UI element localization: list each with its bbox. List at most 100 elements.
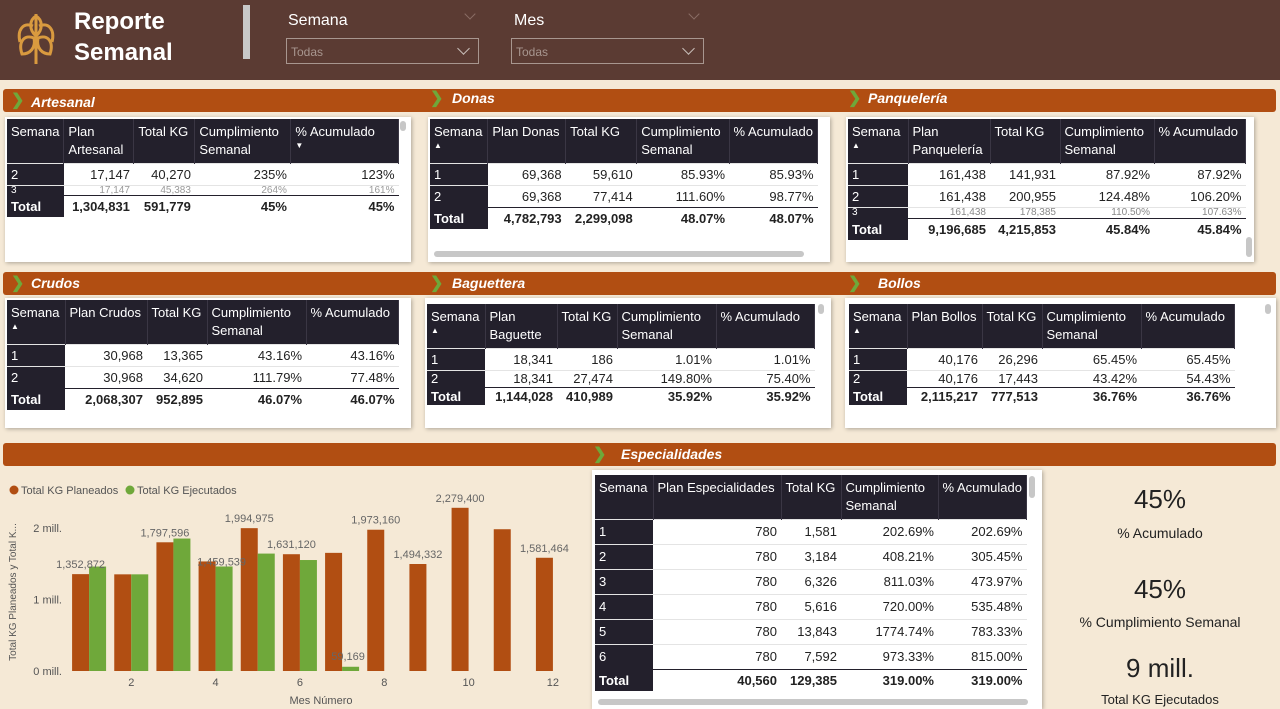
- col-header-plan[interactable]: Plan Crudos: [65, 300, 148, 345]
- col-header-cumplimiento[interactable]: Cumplimiento Semanal: [636, 119, 730, 164]
- x-tick-label: 10: [462, 677, 474, 689]
- bar-ejecutados: [173, 538, 191, 671]
- data-label: 1,494,332: [393, 549, 442, 561]
- chevron-right-icon: ❯: [11, 275, 25, 292]
- y-tick-label: 1 mill.: [33, 594, 62, 606]
- table-total-row: Total 2,068,307 952,895 46.07% 46.07%: [7, 388, 399, 410]
- mes-slicer-value: Todas: [516, 45, 549, 59]
- crudos-table-card: Semana ▲ Plan Crudos Total KG Cumplimient…: [5, 298, 411, 428]
- vertical-scrollbar[interactable]: [1265, 304, 1271, 314]
- bar-ejecutados: [257, 553, 275, 671]
- col-header-acumulado[interactable]: % Acumulado: [1141, 304, 1235, 349]
- col-header-acumulado[interactable]: % Acumulado: [1154, 119, 1246, 164]
- col-header-plan[interactable]: Plan Especialidades: [653, 475, 782, 520]
- bar-planeados: [493, 529, 511, 671]
- table-row: 2 18,341 27,474 149.80% 75.40%: [427, 370, 815, 388]
- semana-slicer-collapse-icon[interactable]: [464, 8, 476, 20]
- chevron-right-icon: ❯: [848, 275, 862, 292]
- mes-slicer-dropdown[interactable]: Todas: [511, 38, 704, 64]
- col-header-cumplimiento[interactable]: Cumplimiento Semanal: [1042, 304, 1142, 349]
- chevron-right-icon: ❯: [11, 92, 25, 109]
- section-header-bollos: ❯ Bollos: [848, 275, 921, 292]
- col-header-acumulado[interactable]: % Acumulado: [306, 300, 399, 345]
- y-tick-label: 0 mill.: [33, 666, 62, 678]
- col-header-cumplimiento[interactable]: Cumplimiento Semanal: [841, 475, 939, 520]
- col-header-semana[interactable]: Semana: [595, 475, 654, 520]
- col-header-plan[interactable]: Plan Bollos: [907, 304, 983, 349]
- table-total-row: Total 1,304,831 591,779 45% 45%: [7, 195, 399, 217]
- col-header-plan[interactable]: Plan Panquelería: [908, 119, 991, 164]
- sort-asc-icon: ▲: [852, 141, 860, 150]
- sort-asc-icon: ▲: [431, 326, 439, 335]
- chevron-right-icon: ❯: [593, 446, 607, 463]
- col-header-total-kg[interactable]: Total KG: [781, 475, 842, 520]
- bar-ejecutados: [215, 566, 233, 671]
- col-header-semana[interactable]: Semana ▲: [7, 300, 66, 345]
- table-row: 2 161,438 200,955 124.48% 106.20%: [848, 185, 1246, 208]
- table-row: 3 161,438 178,385 110.50% 107.63%: [848, 207, 1246, 219]
- table-row: 3 17,147 45,383 264% 161%: [7, 185, 399, 196]
- bar-planeados: [72, 574, 90, 671]
- legend-label: Total KG Planeados: [21, 485, 119, 497]
- horizontal-scrollbar[interactable]: [598, 699, 1028, 705]
- col-header-cumplimiento[interactable]: Cumplimiento Semanal: [207, 300, 307, 345]
- col-header-semana[interactable]: Semana ▲: [849, 304, 908, 349]
- bar-planeados: [240, 528, 258, 671]
- semana-slicer-label: Semana: [288, 12, 348, 29]
- artesanal-table: Semana Plan Artesanal Total KG Cumplimie…: [7, 119, 399, 217]
- legend-marker: [9, 485, 19, 495]
- col-header-plan[interactable]: Plan Artesanal: [63, 119, 135, 164]
- col-header-total-kg[interactable]: Total KG: [147, 300, 208, 345]
- section-header-crudos: ❯ Crudos: [11, 275, 80, 292]
- baguettera-table: Semana ▲ Plan Baguette Total KG Cumplimie…: [427, 304, 815, 405]
- sort-asc-icon: ▲: [434, 141, 442, 150]
- sort-desc-icon: ▼: [295, 141, 304, 150]
- col-header-plan[interactable]: Plan Baguette: [485, 304, 558, 349]
- table-row: 2 40,176 17,443 43.42% 54.43%: [849, 370, 1235, 388]
- data-label: 1,797,596: [140, 527, 189, 539]
- vertical-scrollbar[interactable]: [1246, 237, 1252, 257]
- table-row: 1 40,176 26,296 65.45% 65.45%: [849, 348, 1235, 371]
- col-header-total-kg[interactable]: Total KG: [982, 304, 1043, 349]
- col-header-total-kg[interactable]: Total KG: [990, 119, 1061, 164]
- col-header-acumulado[interactable]: % Acumulado ▼: [290, 119, 399, 164]
- col-header-total-kg[interactable]: Total KG: [565, 119, 638, 164]
- col-header-total-kg[interactable]: Total KG: [557, 304, 618, 349]
- table-row: 2 17,147 40,270 235% 123%: [7, 163, 399, 186]
- section-header-donas: ❯ Donas: [430, 90, 495, 107]
- col-header-total-kg[interactable]: Total KG: [133, 119, 196, 164]
- col-header-semana[interactable]: Semana: [7, 119, 65, 164]
- col-header-cumplimiento[interactable]: Cumplimiento Semanal: [194, 119, 292, 164]
- col-header-acumulado[interactable]: % Acumulado: [716, 304, 815, 349]
- col-header-semana[interactable]: Semana ▲: [430, 119, 489, 164]
- vertical-scrollbar[interactable]: [1029, 476, 1035, 498]
- bar-planeados: [156, 542, 174, 671]
- semana-slicer-dropdown[interactable]: Todas: [286, 38, 479, 64]
- donas-table: Semana ▲ Plan Donas Total KG Cumplimiento…: [430, 119, 818, 229]
- col-header-plan[interactable]: Plan Donas: [487, 119, 567, 164]
- col-header-acumulado[interactable]: % Acumulado: [729, 119, 818, 164]
- kpi-total-kg-label: Total KG Ejecutados: [1101, 692, 1219, 707]
- col-header-acumulado[interactable]: % Acumulado: [938, 475, 1027, 520]
- bar-ejecutados: [342, 666, 360, 671]
- vertical-scrollbar[interactable]: [400, 121, 406, 131]
- horizontal-scrollbar[interactable]: [434, 251, 804, 257]
- x-tick-label: 8: [381, 677, 387, 689]
- kpi-acumulado-label: % Acumulado: [1117, 525, 1203, 541]
- x-tick-label: 12: [547, 677, 559, 689]
- col-header-cumplimiento[interactable]: Cumplimiento Semanal: [617, 304, 717, 349]
- mes-slicer-collapse-icon[interactable]: [688, 8, 700, 20]
- table-total-row: Total 2,115,217 777,513 36.76% 36.76%: [849, 387, 1235, 405]
- data-label: 1,459,539: [197, 556, 246, 568]
- data-label: 1,581,464: [520, 543, 569, 555]
- bar-planeados: [367, 529, 385, 671]
- crudos-table: Semana ▲ Plan Crudos Total KG Cumplimient…: [7, 300, 399, 410]
- chevron-down-icon: [682, 42, 695, 55]
- vertical-scrollbar[interactable]: [818, 304, 824, 314]
- table-row: 5 780 13,843 1774.74% 783.33%: [595, 619, 1027, 645]
- col-header-semana[interactable]: Semana ▲: [848, 119, 909, 164]
- col-header-semana[interactable]: Semana ▲: [427, 304, 486, 349]
- sort-asc-icon: ▲: [853, 326, 861, 335]
- col-header-cumplimiento[interactable]: Cumplimiento Semanal: [1060, 119, 1155, 164]
- panqueleria-table-card: Semana ▲ Plan Panquelería Total KG Cumpli…: [846, 117, 1254, 262]
